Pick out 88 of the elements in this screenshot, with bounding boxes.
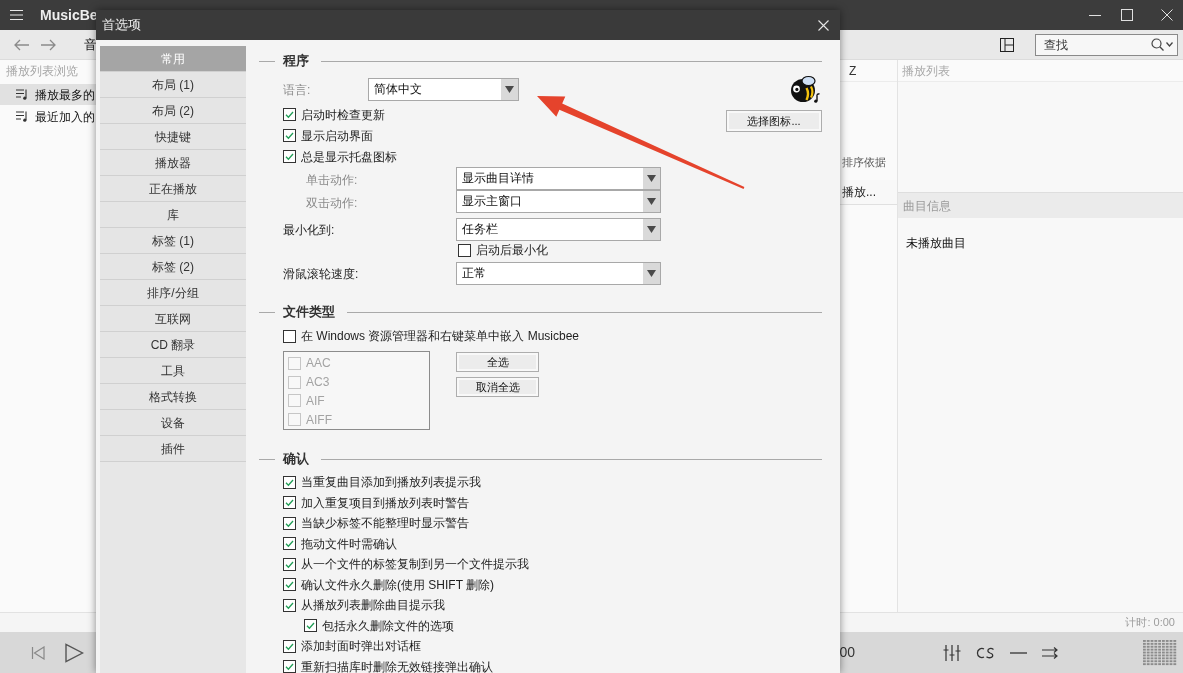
checkbox-label: 包括永久删除文件的选项: [322, 618, 454, 633]
checkbox-label: AIFF: [306, 412, 332, 427]
time-text: 00: [839, 643, 855, 662]
wheel-speed-dropdown[interactable]: 正常: [456, 261, 661, 285]
swirl-icon[interactable]: [976, 645, 995, 660]
caret-icon: [643, 168, 660, 189]
checkbox[interactable]: [283, 639, 296, 653]
list-cell-text: 播放...: [842, 184, 876, 201]
checkbox[interactable]: [283, 129, 296, 142]
checkbox[interactable]: [283, 557, 296, 571]
checkbox-label: AAC: [306, 356, 331, 371]
checkbox[interactable]: [283, 150, 296, 163]
checkbox-label: 拖动文件时需确认: [301, 536, 397, 551]
layout-icon[interactable]: [1000, 37, 1014, 52]
checkbox[interactable]: [304, 619, 317, 633]
back-arrow-icon[interactable]: [14, 38, 29, 51]
checkbox-label: 当缺少标签不能整理时显示警告: [301, 516, 469, 531]
language-dropdown[interactable]: 简体中文: [368, 77, 519, 101]
section-title: 确认: [283, 450, 309, 469]
field-label: 双击动作:: [306, 195, 358, 210]
play-icon[interactable]: [64, 642, 84, 663]
field-label: 滑鼠滚轮速度:: [283, 267, 359, 281]
checkbox[interactable]: [283, 598, 296, 612]
timer-text: 计时: 0:00: [1125, 615, 1175, 631]
checkbox-label: 添加封面时弹出对话框: [301, 639, 421, 654]
checkbox[interactable]: [283, 660, 296, 673]
checkbox-label: AIF: [306, 393, 325, 408]
section-title: 文件类型: [283, 303, 335, 322]
checkbox-label: 从播放列表删除曲目提示我: [301, 598, 445, 613]
deselect-all-button[interactable]: 取消全选: [456, 377, 539, 397]
forward-arrow-icon[interactable]: [41, 38, 56, 51]
action-dropdown[interactable]: 显示曲目详情: [456, 167, 661, 190]
caret-icon[interactable]: [1166, 42, 1173, 47]
checkbox[interactable]: [283, 537, 296, 551]
caret-icon: [643, 191, 660, 212]
equalizer-icon[interactable]: [943, 644, 961, 661]
search-field[interactable]: 查找: [1035, 33, 1178, 56]
field-label: 单击动作:: [306, 172, 358, 187]
checkbox-label: 显示启动界面: [301, 128, 373, 143]
checkbox-label: 当重复曲目添加到播放列表提示我: [301, 475, 481, 490]
checkbox-label: 总是显示托盘图标: [301, 149, 397, 164]
checkbox[interactable]: [458, 243, 471, 257]
search-icon[interactable]: [1151, 38, 1164, 51]
close-icon[interactable]: [818, 19, 829, 31]
field-label: 语言:: [283, 83, 311, 97]
field-label: 最小化到:: [283, 223, 335, 237]
nav-tab[interactable]: 音: [84, 34, 97, 55]
action-dropdown[interactable]: 显示主窗口: [456, 190, 661, 213]
checkbox[interactable]: [283, 108, 296, 121]
checkbox[interactable]: [283, 516, 296, 530]
checkbox[interactable]: [283, 329, 296, 343]
choose-icon-button[interactable]: 选择图标...: [726, 110, 822, 132]
playlist-item[interactable]: 播放最多的: [0, 84, 96, 105]
column-header[interactable]: Z: [849, 61, 857, 80]
sort-label: 排序依据: [842, 154, 886, 170]
checkbox[interactable]: [283, 475, 296, 489]
level-meter-icon: [1143, 639, 1177, 666]
checkbox-label: 加入重复项目到播放列表时警告: [301, 495, 469, 510]
section-title: 程序: [283, 52, 309, 71]
checkbox-label: 重新扫描库时删除无效链接弹出确认: [301, 659, 493, 673]
select-all-button[interactable]: 全选: [456, 352, 539, 372]
caret-icon: [643, 218, 660, 240]
caret-icon: [501, 78, 518, 100]
bee-logo-icon: [790, 75, 820, 103]
track-info-text: 未播放曲目: [906, 236, 966, 250]
menu-icon[interactable]: [10, 10, 23, 20]
checkbox-label: 启动时检查更新: [301, 107, 385, 122]
playlist-item[interactable]: 最近加入的: [0, 106, 96, 127]
checkbox-label: AC3: [306, 375, 330, 390]
panel-header: 曲目信息: [903, 197, 951, 215]
playlist-icon: [16, 89, 28, 100]
checkbox-label: 启动后最小化: [476, 243, 548, 257]
playlist-icon: [16, 111, 28, 122]
app-title: MusicBe: [40, 5, 98, 25]
checkbox-label: 确认文件永久删除(使用 SHIFT 删除): [301, 577, 495, 592]
checkbox-label: 从一个文件的标签复制到另一个文件提示我: [301, 557, 529, 572]
minimize-dropdown[interactable]: 任务栏: [456, 217, 661, 241]
dash-icon[interactable]: [1010, 651, 1027, 654]
maximize-icon[interactable]: [1121, 9, 1133, 21]
checkbox[interactable]: [283, 496, 296, 510]
checkbox[interactable]: [283, 578, 296, 592]
caret-icon: [643, 262, 660, 284]
panel-header: 播放列表浏览: [6, 63, 78, 80]
close-icon[interactable]: [1161, 9, 1173, 21]
double-arrow-icon[interactable]: [1042, 646, 1058, 659]
checkbox-label: 在 Windows 资源管理器和右键菜单中嵌入 Musicbee: [301, 329, 580, 343]
dialog-title: 首选项: [102, 16, 141, 35]
panel-header: 播放列表: [902, 62, 950, 80]
